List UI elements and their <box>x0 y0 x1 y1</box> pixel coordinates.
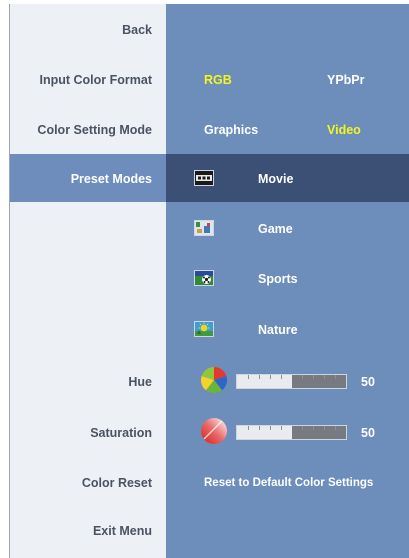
option-ypbpr[interactable]: YPbPr <box>327 72 365 88</box>
menu-item-color-setting-mode[interactable]: Color Setting Mode <box>10 122 152 138</box>
nature-icon <box>194 321 214 337</box>
option-video[interactable]: Video <box>327 122 361 138</box>
menu-item-preset-modes[interactable]: Preset Modes <box>10 171 152 187</box>
color-settings-osd: Back Input Color Format Color Setting Mo… <box>9 4 409 558</box>
option-graphics[interactable]: Graphics <box>204 122 258 138</box>
hue-value: 50 <box>361 375 375 389</box>
saturation-icon <box>201 418 227 444</box>
reset-to-default-color-settings-button[interactable]: Reset to Default Color Settings <box>204 475 373 491</box>
preset-movie[interactable]: Movie <box>258 171 293 187</box>
preset-nature[interactable]: Nature <box>258 322 298 338</box>
hue-color-wheel-icon <box>200 366 228 394</box>
game-icon <box>194 220 214 236</box>
saturation-slider[interactable] <box>236 425 347 440</box>
menu-item-saturation[interactable]: Saturation <box>10 425 152 441</box>
saturation-slider-fill <box>291 426 346 439</box>
menu-item-input-color-format[interactable]: Input Color Format <box>10 72 153 88</box>
preset-sports[interactable]: Sports <box>258 271 298 287</box>
hue-slider-fill <box>291 375 346 388</box>
option-rgb[interactable]: RGB <box>204 72 232 88</box>
preset-game[interactable]: Game <box>258 221 293 237</box>
saturation-value: 50 <box>361 426 375 440</box>
menu-item-hue[interactable]: Hue <box>10 374 152 390</box>
menu-item-exit-menu[interactable]: Exit Menu <box>10 523 152 539</box>
hue-slider[interactable] <box>236 374 347 389</box>
sports-icon <box>194 270 214 286</box>
movie-icon <box>194 170 214 186</box>
menu-item-color-reset[interactable]: Color Reset <box>10 475 152 491</box>
menu-item-back[interactable]: Back <box>10 22 152 38</box>
